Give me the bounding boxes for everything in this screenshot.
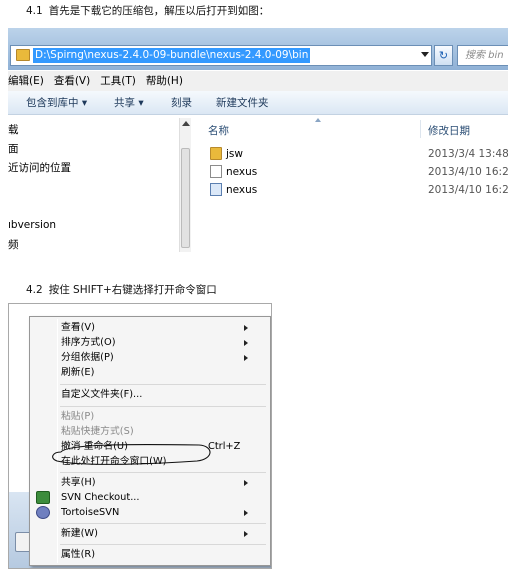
- exe-icon: [210, 183, 222, 196]
- highlight-ellipse: [52, 443, 211, 465]
- explorer-window: D:\Spirng\nexus-2.4.0-09-bundle\nexus-2.…: [8, 28, 508, 252]
- refresh-button[interactable]: ↻: [434, 45, 453, 66]
- file-icon: [210, 165, 222, 178]
- step-caption-2: 4.2 按住 SHIFT+右键选择打开命令窗口: [26, 282, 217, 297]
- column-name[interactable]: 名称: [208, 123, 229, 138]
- folder-icon: [16, 49, 30, 61]
- menu-view[interactable]: 查看(V): [54, 71, 90, 91]
- include-library-button[interactable]: 包含到库中 ▾: [26, 91, 87, 115]
- burn-button[interactable]: 刻录: [171, 91, 192, 115]
- column-date[interactable]: 修改日期: [428, 123, 470, 138]
- address-path[interactable]: D:\Spirng\nexus-2.4.0-09-bundle\nexus-2.…: [33, 48, 311, 63]
- context-menu-screenshot: 查看(V) 排序方式(O) 分组依据(P) 刷新(E) 自定义文件夹(F)...…: [8, 303, 272, 569]
- menu-edit[interactable]: 编辑(E): [8, 71, 44, 91]
- address-bar[interactable]: D:\Spirng\nexus-2.4.0-09-bundle\nexus-2.…: [10, 45, 432, 66]
- file-name: nexus: [226, 184, 258, 196]
- column-divider[interactable]: [420, 120, 421, 138]
- sort-up-icon: [315, 118, 321, 122]
- step-text: 首先是下载它的压缩包，解压以后打开到如图：: [48, 5, 270, 17]
- column-header-row: 名称 修改日期: [198, 118, 508, 140]
- search-input[interactable]: 搜索 bin: [457, 45, 508, 66]
- menu-help[interactable]: 帮助(H): [146, 71, 183, 91]
- folder-icon: [210, 147, 222, 160]
- scroll-thumb[interactable]: [181, 148, 190, 248]
- step-number: 4.1: [26, 5, 43, 17]
- scroll-up-icon[interactable]: [182, 121, 190, 126]
- file-date: 2013/3/4 13:48: [428, 148, 508, 160]
- menu-bar: 编辑(E) 查看(V) 工具(T) 帮助(H): [8, 71, 508, 91]
- hand-drawn-highlight: [52, 443, 211, 465]
- nav-scrollbar[interactable]: [179, 118, 191, 252]
- step-text: 按住 SHIFT+右键选择打开命令窗口: [48, 284, 217, 296]
- file-name: jsw: [226, 148, 243, 160]
- file-row[interactable]: nexus 2013/4/10 16:20: [198, 163, 508, 181]
- file-row[interactable]: nexus 2013/4/10 16:20: [198, 181, 508, 199]
- command-bar: 包含到库中 ▾ 共享 ▾ 刻录 新建文件夹: [8, 91, 508, 115]
- step-number: 4.2: [26, 284, 43, 296]
- address-bar-area: D:\Spirng\nexus-2.4.0-09-bundle\nexus-2.…: [8, 28, 508, 70]
- nav-item[interactable]: 近访问的位置: [8, 160, 71, 175]
- nav-item[interactable]: ıbversion: [8, 219, 56, 231]
- step-caption-1: 4.1 首先是下载它的压缩包，解压以后打开到如图：: [26, 3, 269, 18]
- file-date: 2013/4/10 16:20: [428, 184, 508, 196]
- nav-item[interactable]: 面: [8, 141, 19, 156]
- share-button[interactable]: 共享 ▾: [114, 91, 144, 115]
- file-name: nexus: [226, 166, 258, 178]
- chevron-down-icon[interactable]: [421, 52, 429, 57]
- new-folder-button[interactable]: 新建文件夹: [216, 91, 269, 115]
- nav-item[interactable]: 载: [8, 122, 19, 137]
- menu-tools[interactable]: 工具(T): [100, 71, 136, 91]
- nav-item[interactable]: 频: [8, 237, 19, 252]
- file-row[interactable]: jsw 2013/3/4 13:48: [198, 145, 508, 163]
- file-date: 2013/4/10 16:20: [428, 166, 508, 178]
- navigation-pane: 载 面 近访问的位置 ıbversion 频: [8, 116, 184, 252]
